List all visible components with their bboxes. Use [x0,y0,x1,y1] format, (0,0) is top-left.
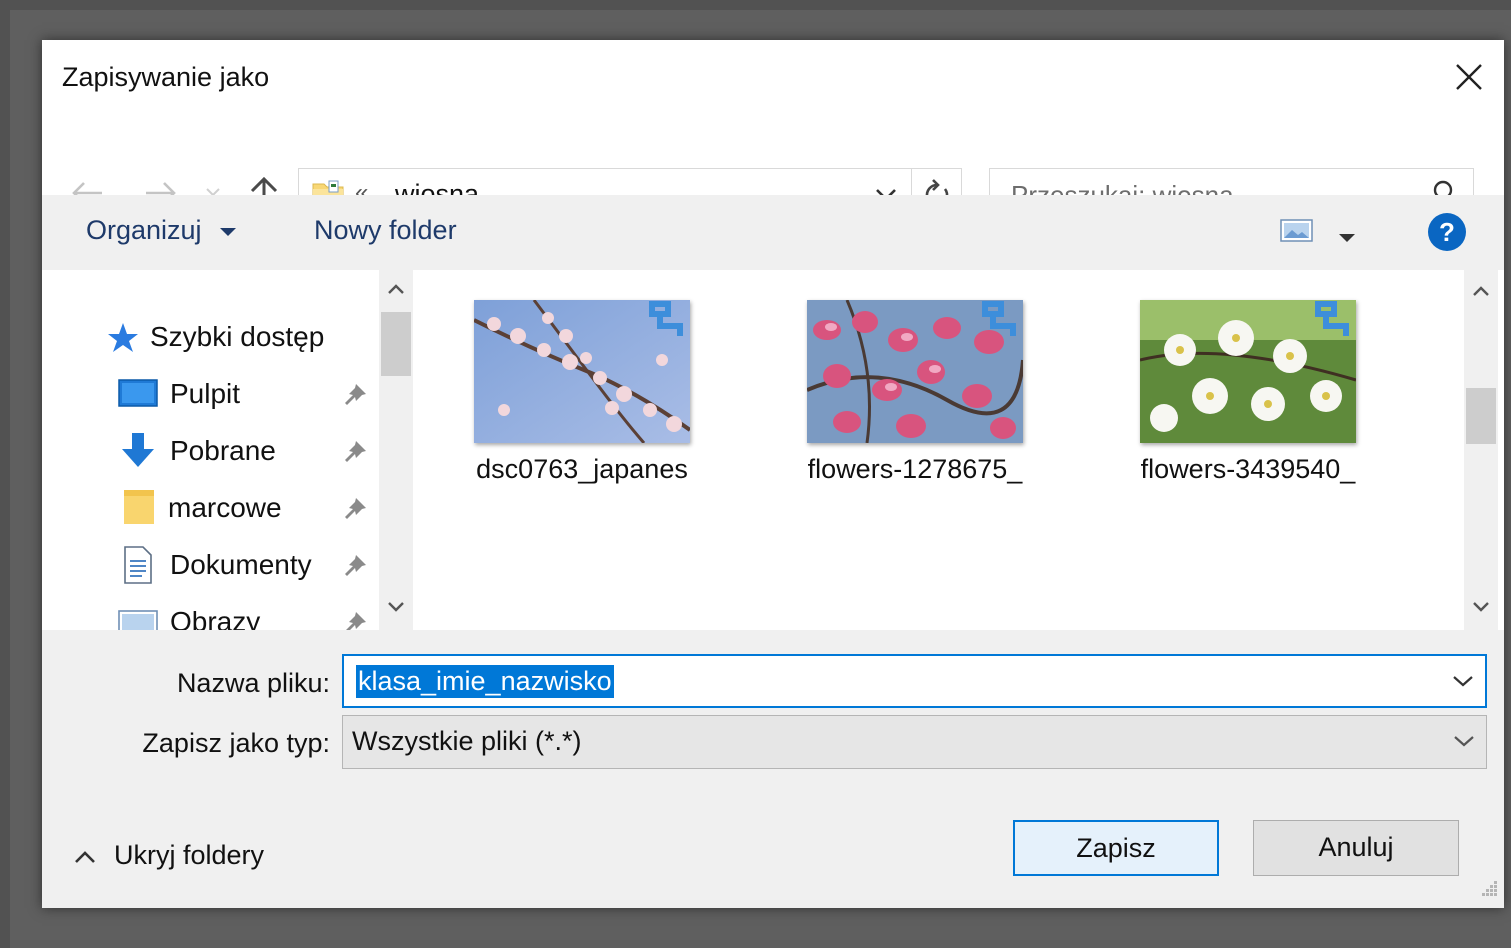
caret-down-icon [220,227,237,236]
desktop-icon [118,378,158,415]
organize-button[interactable]: Organizuj [86,215,239,246]
view-icon [1280,219,1313,242]
file-item[interactable]: flowers-1278675_ [795,300,1035,500]
scrollbar-thumb[interactable] [381,312,411,376]
view-options-dropdown[interactable] [1336,221,1358,252]
file-list: dsc0763_japanes flowers-1278675_ flowers… [420,270,1462,630]
caret-down-icon [1339,234,1355,242]
file-item[interactable]: flowers-3439540_ [1128,300,1368,500]
sidebar-item-label: Pobrane [170,435,276,466]
filename-label: Nazwa pliku: [176,668,330,698]
change-view-button[interactable] [1280,217,1314,252]
file-item[interactable]: dsc0763_japanes [462,300,702,500]
content-area: Szybki dostęp Pulpit Pobrane marcowe Dok… [42,270,1504,630]
sidebar-item-label: Dokumenty [170,549,312,580]
filename-input[interactable]: klasa_imie_nazwisko [356,665,614,698]
close-button[interactable] [1446,56,1490,100]
document-icon [122,545,154,590]
scroll-down-icon[interactable] [1472,600,1490,619]
save-as-dialog: Zapisywanie jako « wiosna Organizuj Nowy… [42,40,1504,908]
sidebar-item-quick-access[interactable]: Szybki dostęp [42,313,382,363]
pin-icon[interactable] [342,610,368,630]
close-icon [1456,64,1482,90]
sidebar-item-pictures[interactable]: Obrazy [42,598,382,630]
cancel-button[interactable]: Anuluj [1253,820,1459,876]
shared-badge-icon [1312,300,1354,345]
sidebar-item-label: Pulpit [170,378,241,409]
pin-icon[interactable] [342,382,368,413]
title-bar: Zapisywanie jako [42,40,1504,115]
sidebar-item-label: Obrazy [170,606,261,630]
folder-icon [122,488,156,531]
pin-icon[interactable] [342,496,368,527]
file-list-scrollbar[interactable] [1464,270,1498,630]
file-name: flowers-1278675_ [807,454,1023,484]
download-icon [120,431,156,476]
scroll-up-icon[interactable] [1472,284,1490,303]
sidebar-item-documents[interactable]: Dokumenty [42,541,382,591]
hide-folders-label: Ukryj foldery [114,840,265,870]
help-icon: ? [1428,213,1466,251]
navigation-scrollbar[interactable] [379,270,413,630]
scroll-down-icon[interactable] [387,600,405,619]
help-button[interactable]: ? [1426,211,1468,260]
chevron-up-icon [72,848,98,871]
pin-icon[interactable] [342,439,368,470]
pin-icon[interactable] [342,553,368,584]
chevron-down-icon[interactable] [1452,732,1476,755]
file-name: dsc0763_japanes [476,454,688,484]
scroll-up-icon[interactable] [387,282,405,301]
file-name: flowers-3439540_ [1140,454,1356,484]
shared-badge-icon [646,300,688,345]
star-icon [106,321,140,360]
chevron-down-icon[interactable] [1451,672,1475,695]
sidebar-item-marcowe[interactable]: marcowe [42,484,382,534]
resize-grip-icon[interactable] [1480,879,1498,902]
filetype-select[interactable]: Wszystkie pliki (*.*) [342,715,1487,769]
save-button[interactable]: Zapisz [1013,820,1219,876]
sidebar-item-label: Szybki dostęp [150,321,325,352]
sidebar-item-label: marcowe [168,492,282,523]
new-folder-button[interactable]: Nowy folder [314,215,457,246]
filetype-label: Zapisz jako typ: [142,728,330,758]
sidebar-item-downloads[interactable]: Pobrane [42,427,382,477]
shared-badge-icon [979,300,1021,345]
command-toolbar: Organizuj Nowy folder ? [42,195,1504,270]
hide-folders-button[interactable]: Ukryj foldery [72,838,302,878]
filetype-value: Wszystkie pliki (*.*) [352,726,582,756]
filename-field[interactable]: klasa_imie_nazwisko [342,654,1487,708]
save-options-panel: Nazwa pliku: klasa_imie_nazwisko Zapisz … [42,630,1504,908]
sidebar-item-desktop[interactable]: Pulpit [42,370,382,420]
organize-label: Organizuj [86,215,202,245]
dialog-title: Zapisywanie jako [62,62,270,92]
navigation-pane: Szybki dostęp Pulpit Pobrane marcowe Dok… [42,270,417,630]
scrollbar-thumb[interactable] [1466,388,1496,444]
pictures-icon [118,610,158,630]
svg-text:?: ? [1439,217,1455,247]
